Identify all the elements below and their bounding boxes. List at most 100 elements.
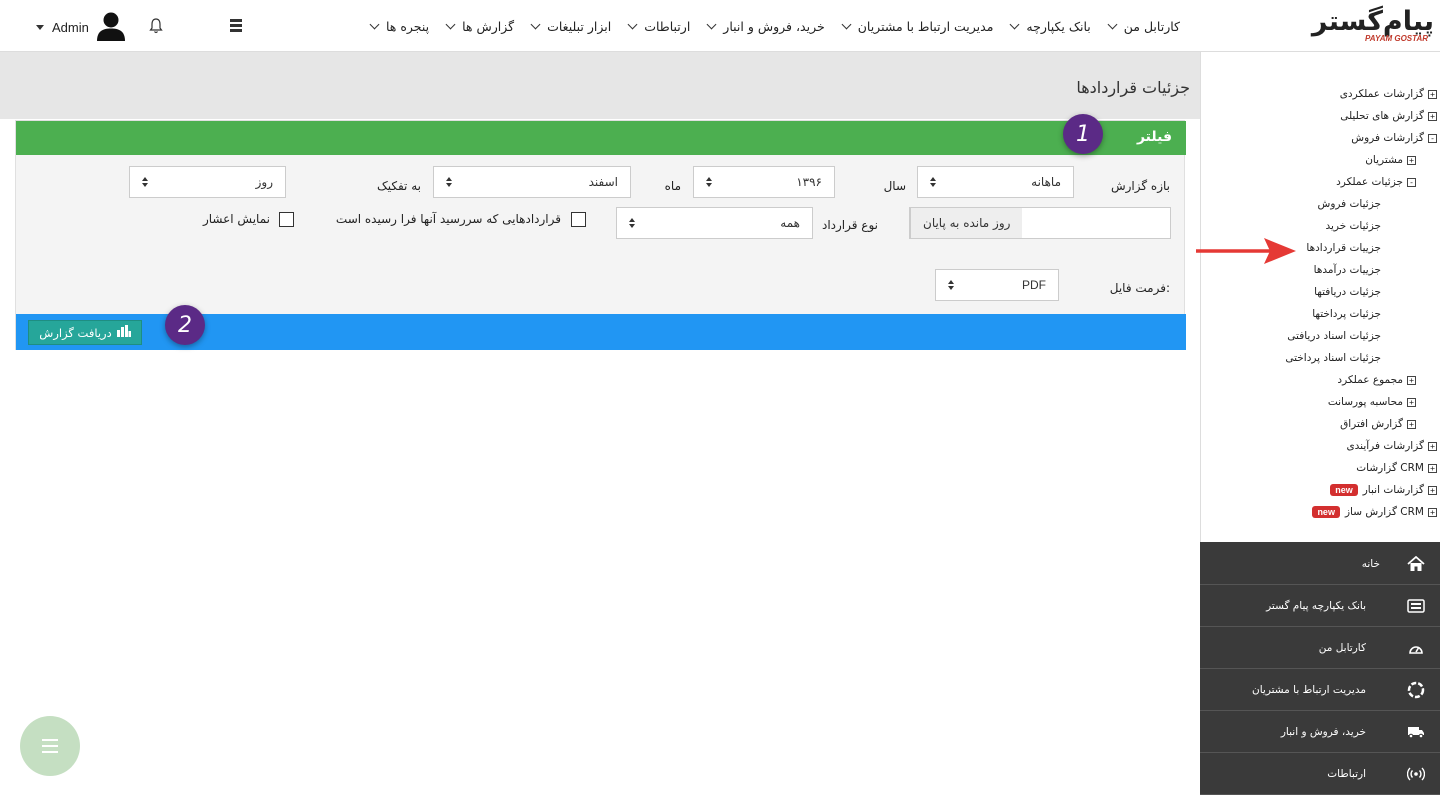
expand-icon[interactable]: + bbox=[1428, 89, 1437, 99]
month-select[interactable]: اسفند bbox=[433, 166, 631, 198]
tree-item[interactable]: + گزارشات CRM bbox=[1356, 458, 1437, 478]
side-menu-label: خانه bbox=[1361, 557, 1380, 570]
file-format-label: فرمت فایل: bbox=[1109, 281, 1170, 295]
tree-item[interactable]: جزئیات پرداختها bbox=[1312, 304, 1381, 324]
period-select[interactable]: ماهانه bbox=[917, 166, 1074, 198]
caret-down-icon bbox=[36, 25, 44, 30]
collapse-icon[interactable]: - bbox=[1428, 133, 1437, 143]
month-value: اسفند bbox=[588, 175, 618, 189]
tree-item[interactable]: + گزارشات انبار new bbox=[1330, 480, 1437, 500]
year-select[interactable]: ۱۳۹۶ bbox=[693, 166, 835, 198]
tree-item[interactable]: + گزارش های تحلیلی bbox=[1340, 106, 1437, 126]
file-format-select[interactable]: PDF bbox=[935, 269, 1059, 301]
tree-item[interactable]: + گزارش افتراق bbox=[1340, 414, 1416, 434]
nav-item-label: خرید، فروش و انبار bbox=[723, 18, 825, 34]
tree-item[interactable]: + گزارش ساز CRM new bbox=[1312, 502, 1437, 522]
contract-type-select[interactable]: همه bbox=[616, 207, 813, 239]
get-report-button[interactable]: دریافت گزارش bbox=[28, 320, 142, 345]
nav-item-label: ابزار تبلیغات bbox=[547, 18, 612, 34]
tree-item[interactable]: جزییات درآمدها bbox=[1314, 260, 1381, 280]
nav-item-reports[interactable]: گزارش ها bbox=[441, 19, 514, 34]
chevron-down-icon bbox=[706, 19, 717, 29]
due-contracts-label: قراردادهایی که سررسید آنها فرا رسیده است bbox=[335, 212, 561, 226]
sort-arrows-icon bbox=[930, 177, 936, 187]
expand-icon[interactable]: + bbox=[1428, 441, 1437, 451]
tree-item-label: گزارش ساز CRM bbox=[1344, 506, 1424, 518]
tree-item[interactable]: جزئیات خرید bbox=[1325, 216, 1381, 236]
breakdown-select[interactable]: روز bbox=[129, 166, 286, 198]
floating-menu-button[interactable] bbox=[20, 716, 80, 776]
expand-icon[interactable]: + bbox=[1407, 375, 1416, 385]
report-tree: + گزارشات عملکردی + گزارش های تحلیلی - گزار… bbox=[1200, 52, 1440, 542]
side-menu-my-cartable[interactable]: کارتابل من bbox=[1200, 627, 1440, 669]
tree-item[interactable]: جزئیات اسناد پرداختی bbox=[1285, 348, 1381, 368]
tree-item[interactable]: - جزئیات عملکرد bbox=[1336, 172, 1416, 192]
nav-item-my-cartable[interactable]: کارتابل من bbox=[1103, 19, 1180, 34]
logo-sub-text: PAYAM GOSTAR bbox=[1365, 34, 1428, 43]
side-menu: خانه بانک یکپارچه پیام گستر کارتابل من م… bbox=[1200, 543, 1440, 795]
sort-arrows-icon bbox=[142, 177, 148, 187]
user-menu[interactable]: Admin bbox=[36, 10, 127, 45]
nav-item-ad-tools[interactable]: ابزار تبلیغات bbox=[526, 19, 611, 34]
expand-icon[interactable]: + bbox=[1428, 111, 1437, 121]
menu-toggle-icon[interactable] bbox=[230, 19, 242, 33]
tree-item[interactable]: + مجموع عملکرد bbox=[1337, 370, 1416, 390]
sort-arrows-icon bbox=[629, 218, 635, 228]
expand-icon[interactable]: + bbox=[1407, 419, 1416, 429]
due-contracts-checkbox[interactable] bbox=[571, 212, 586, 227]
filter-header: فیلتر bbox=[16, 121, 1186, 155]
days-left-group: روز مانده به پایان bbox=[909, 207, 1171, 239]
side-menu-label: خرید، فروش و انبار bbox=[1280, 725, 1366, 738]
chevron-down-icon bbox=[369, 19, 380, 29]
year-value: ۱۳۹۶ bbox=[796, 175, 822, 189]
nav-item-crm[interactable]: مدیریت ارتباط با مشتریان bbox=[837, 19, 993, 34]
expand-icon[interactable]: + bbox=[1407, 155, 1416, 165]
tree-item[interactable]: + مشتریان bbox=[1365, 150, 1416, 170]
tree-item-label: گزارش های تحلیلی bbox=[1340, 110, 1424, 122]
month-label: ماه bbox=[664, 179, 681, 193]
chevron-down-icon bbox=[445, 19, 456, 29]
tree-item[interactable]: جزئیات فروش bbox=[1318, 194, 1382, 214]
tree-item[interactable]: جزئیات اسناد دریافتی bbox=[1287, 326, 1381, 346]
tree-item-label: گزارشات فروش bbox=[1351, 132, 1424, 144]
side-menu-communications[interactable]: ارتباطات bbox=[1200, 753, 1440, 795]
filter-title: فیلتر bbox=[1136, 129, 1172, 145]
tree-item-contracts[interactable]: جزییات قراردادها bbox=[1306, 238, 1381, 258]
user-name: Admin bbox=[52, 20, 89, 35]
tree-item[interactable]: + محاسبه پورسانت bbox=[1328, 392, 1416, 412]
show-decimal-label: نمایش اعشار bbox=[202, 212, 270, 226]
expand-icon[interactable]: + bbox=[1428, 507, 1437, 517]
nav-item-windows[interactable]: پنجره ها bbox=[365, 19, 429, 34]
days-left-input[interactable] bbox=[1022, 208, 1170, 238]
top-navbar: پیام‌گستر PAYAM GOSTAR کارتابل من بانک ی… bbox=[0, 0, 1440, 52]
nav-item-sales[interactable]: خرید، فروش و انبار bbox=[702, 18, 825, 34]
expand-icon[interactable]: + bbox=[1428, 463, 1437, 473]
show-decimal-checkbox[interactable] bbox=[279, 212, 294, 227]
new-badge: new bbox=[1312, 506, 1340, 518]
chevron-down-icon bbox=[1107, 19, 1118, 29]
lifebuoy-icon bbox=[1406, 680, 1426, 700]
tree-item-label: جزئیات عملکرد bbox=[1336, 176, 1403, 188]
tree-item[interactable]: + گزارشات عملکردی bbox=[1340, 84, 1437, 104]
side-menu-sales[interactable]: خرید، فروش و انبار bbox=[1200, 711, 1440, 753]
tree-item[interactable]: + گزارشات فرآیندی bbox=[1346, 436, 1437, 456]
expand-icon[interactable]: + bbox=[1428, 485, 1437, 495]
sort-arrows-icon bbox=[446, 177, 452, 187]
nav-item-unified-bank[interactable]: بانک یکپارچه bbox=[1005, 19, 1091, 34]
sort-arrows-icon bbox=[706, 177, 712, 187]
side-menu-crm[interactable]: مدیریت ارتباط با مشتریان bbox=[1200, 669, 1440, 711]
expand-icon[interactable]: + bbox=[1407, 397, 1416, 407]
nav-item-label: کارتابل من bbox=[1123, 18, 1180, 34]
side-menu-home[interactable]: خانه bbox=[1200, 543, 1440, 585]
breakdown-label: به تفکیک bbox=[377, 179, 421, 193]
tree-item[interactable]: - گزارشات فروش bbox=[1351, 128, 1437, 148]
step-badge-1: 1 bbox=[1063, 114, 1103, 154]
bell-icon[interactable] bbox=[149, 18, 163, 34]
side-menu-unified-bank[interactable]: بانک یکپارچه پیام گستر bbox=[1200, 585, 1440, 627]
nav-item-communications[interactable]: ارتباطات bbox=[623, 19, 690, 34]
collapse-icon[interactable]: - bbox=[1407, 177, 1416, 187]
tree-item[interactable]: جزئیات دریافتها bbox=[1314, 282, 1381, 302]
breakdown-value: روز bbox=[255, 175, 273, 189]
tree-item-label: مشتریان bbox=[1365, 154, 1403, 166]
logo[interactable]: پیام‌گستر PAYAM GOSTAR bbox=[1306, 6, 1435, 46]
